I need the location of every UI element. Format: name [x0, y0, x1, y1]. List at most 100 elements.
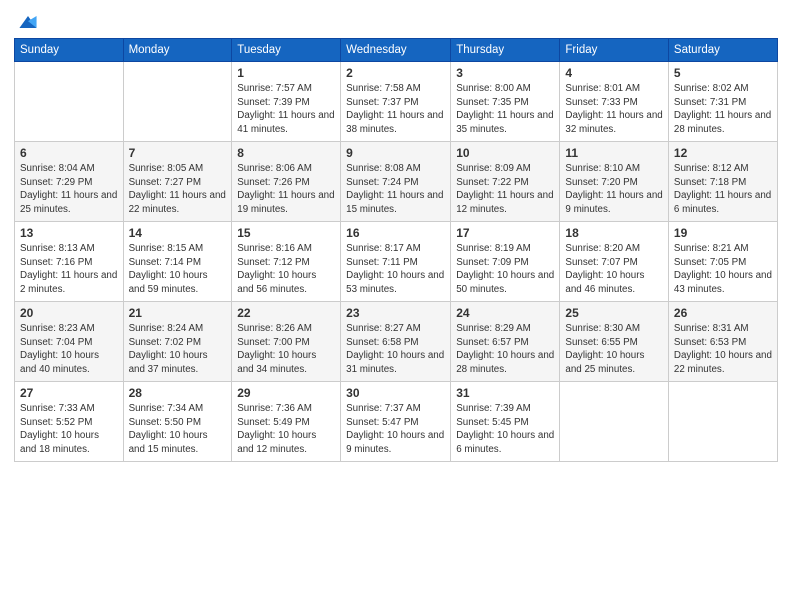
calendar-cell: 29Sunrise: 7:36 AMSunset: 5:49 PMDayligh…	[232, 382, 341, 462]
day-info: Sunrise: 8:24 AMSunset: 7:02 PMDaylight:…	[129, 322, 227, 377]
day-of-week-header: Thursday	[451, 39, 560, 62]
calendar-cell: 26 Sunrise: 8:31 AMSunset: 6:53 PMDayligh…	[668, 302, 777, 382]
day-of-week-header: Friday	[560, 39, 669, 62]
day-number: 4	[565, 66, 663, 80]
days-header-row: SundayMondayTuesdayWednesdayThursdayFrid…	[15, 39, 778, 62]
day-info: Sunrise: 8:12 AMSunset: 7:18 PMDaylight:…	[674, 162, 772, 217]
day-info: Sunrise: 8:17 AMSunset: 7:11 PMDaylight:…	[346, 242, 445, 297]
day-info: Sunrise: 8:04 AMSunset: 7:29 PMDaylight:…	[20, 162, 118, 217]
calendar-cell: 21Sunrise: 8:24 AMSunset: 7:02 PMDayligh…	[123, 302, 232, 382]
calendar-cell: 2 Sunrise: 7:58 AMSunset: 7:37 PMDaylight…	[341, 62, 451, 142]
day-number: 6	[20, 146, 118, 160]
day-number: 31	[456, 386, 554, 400]
day-info: Sunrise: 7:36 AMSunset: 5:49 PMDaylight:…	[237, 402, 335, 457]
calendar-cell: 12 Sunrise: 8:12 AMSunset: 7:18 PMDayligh…	[668, 142, 777, 222]
day-info: Sunrise: 8:06 AMSunset: 7:26 PMDaylight:…	[237, 162, 335, 217]
day-info: Sunrise: 8:05 AMSunset: 7:27 PMDaylight:…	[129, 162, 227, 217]
logo	[14, 14, 40, 32]
day-number: 5	[674, 66, 772, 80]
day-number: 22	[237, 306, 335, 320]
day-of-week-header: Wednesday	[341, 39, 451, 62]
day-info: Sunrise: 7:39 AMSunset: 5:45 PMDaylight:…	[456, 402, 554, 457]
day-info: Sunrise: 7:33 AMSunset: 5:52 PMDaylight:…	[20, 402, 118, 457]
calendar-cell	[15, 62, 124, 142]
day-info: Sunrise: 8:08 AMSunset: 7:24 PMDaylight:…	[346, 162, 445, 217]
calendar-cell: 5 Sunrise: 8:02 AMSunset: 7:31 PMDaylight…	[668, 62, 777, 142]
day-number: 20	[20, 306, 118, 320]
day-info: Sunrise: 8:16 AMSunset: 7:12 PMDaylight:…	[237, 242, 335, 297]
logo-icon	[16, 12, 40, 32]
day-of-week-header: Monday	[123, 39, 232, 62]
calendar-cell: 25Sunrise: 8:30 AMSunset: 6:55 PMDayligh…	[560, 302, 669, 382]
day-info: Sunrise: 7:57 AMSunset: 7:39 PMDaylight:…	[237, 82, 335, 137]
day-info: Sunrise: 8:27 AMSunset: 6:58 PMDaylight:…	[346, 322, 445, 377]
calendar-cell: 11 Sunrise: 8:10 AMSunset: 7:20 PMDayligh…	[560, 142, 669, 222]
day-number: 9	[346, 146, 445, 160]
day-number: 24	[456, 306, 554, 320]
day-info: Sunrise: 8:02 AMSunset: 7:31 PMDaylight:…	[674, 82, 772, 137]
calendar-week-row: 13Sunrise: 8:13 AMSunset: 7:16 PMDayligh…	[15, 222, 778, 302]
day-of-week-header: Saturday	[668, 39, 777, 62]
page: SundayMondayTuesdayWednesdayThursdayFrid…	[0, 0, 792, 612]
calendar-cell: 28 Sunrise: 7:34 AMSunset: 5:50 PMDayligh…	[123, 382, 232, 462]
day-number: 17	[456, 226, 554, 240]
calendar-cell: 27Sunrise: 7:33 AMSunset: 5:52 PMDayligh…	[15, 382, 124, 462]
calendar-cell: 6 Sunrise: 8:04 AMSunset: 7:29 PMDaylight…	[15, 142, 124, 222]
day-info: Sunrise: 8:20 AMSunset: 7:07 PMDaylight:…	[565, 242, 663, 297]
day-number: 28	[129, 386, 227, 400]
calendar-cell: 7 Sunrise: 8:05 AMSunset: 7:27 PMDaylight…	[123, 142, 232, 222]
day-info: Sunrise: 7:58 AMSunset: 7:37 PMDaylight:…	[346, 82, 445, 137]
calendar-cell: 23Sunrise: 8:27 AMSunset: 6:58 PMDayligh…	[341, 302, 451, 382]
calendar-cell: 8 Sunrise: 8:06 AMSunset: 7:26 PMDaylight…	[232, 142, 341, 222]
day-number: 18	[565, 226, 663, 240]
day-number: 7	[129, 146, 227, 160]
day-number: 1	[237, 66, 335, 80]
day-of-week-header: Sunday	[15, 39, 124, 62]
calendar-cell: 17Sunrise: 8:19 AMSunset: 7:09 PMDayligh…	[451, 222, 560, 302]
calendar-cell: 14 Sunrise: 8:15 AMSunset: 7:14 PMDayligh…	[123, 222, 232, 302]
calendar-cell: 19Sunrise: 8:21 AMSunset: 7:05 PMDayligh…	[668, 222, 777, 302]
day-info: Sunrise: 8:21 AMSunset: 7:05 PMDaylight:…	[674, 242, 772, 297]
calendar-cell: 9 Sunrise: 8:08 AMSunset: 7:24 PMDaylight…	[341, 142, 451, 222]
calendar-week-row: 6 Sunrise: 8:04 AMSunset: 7:29 PMDaylight…	[15, 142, 778, 222]
calendar-cell: 3 Sunrise: 8:00 AMSunset: 7:35 PMDaylight…	[451, 62, 560, 142]
calendar-cell: 20 Sunrise: 8:23 AMSunset: 7:04 PMDayligh…	[15, 302, 124, 382]
day-info: Sunrise: 7:34 AMSunset: 5:50 PMDaylight:…	[129, 402, 227, 457]
calendar-cell: 16 Sunrise: 8:17 AMSunset: 7:11 PMDayligh…	[341, 222, 451, 302]
day-number: 14	[129, 226, 227, 240]
calendar-cell	[668, 382, 777, 462]
calendar-cell: 13Sunrise: 8:13 AMSunset: 7:16 PMDayligh…	[15, 222, 124, 302]
day-number: 16	[346, 226, 445, 240]
calendar-cell: 4 Sunrise: 8:01 AMSunset: 7:33 PMDaylight…	[560, 62, 669, 142]
calendar-cell: 24 Sunrise: 8:29 AMSunset: 6:57 PMDayligh…	[451, 302, 560, 382]
calendar-cell: 30Sunrise: 7:37 AMSunset: 5:47 PMDayligh…	[341, 382, 451, 462]
day-info: Sunrise: 8:30 AMSunset: 6:55 PMDaylight:…	[565, 322, 663, 377]
day-info: Sunrise: 8:09 AMSunset: 7:22 PMDaylight:…	[456, 162, 554, 217]
calendar-week-row: 27Sunrise: 7:33 AMSunset: 5:52 PMDayligh…	[15, 382, 778, 462]
day-number: 2	[346, 66, 445, 80]
day-number: 12	[674, 146, 772, 160]
day-number: 8	[237, 146, 335, 160]
day-info: Sunrise: 8:29 AMSunset: 6:57 PMDaylight:…	[456, 322, 554, 377]
calendar-week-row: 20 Sunrise: 8:23 AMSunset: 7:04 PMDayligh…	[15, 302, 778, 382]
calendar-cell: 15 Sunrise: 8:16 AMSunset: 7:12 PMDayligh…	[232, 222, 341, 302]
calendar-cell: 10 Sunrise: 8:09 AMSunset: 7:22 PMDayligh…	[451, 142, 560, 222]
day-info: Sunrise: 8:23 AMSunset: 7:04 PMDaylight:…	[20, 322, 118, 377]
day-number: 11	[565, 146, 663, 160]
day-info: Sunrise: 8:26 AMSunset: 7:00 PMDaylight:…	[237, 322, 335, 377]
day-number: 15	[237, 226, 335, 240]
calendar-cell: 31 Sunrise: 7:39 AMSunset: 5:45 PMDayligh…	[451, 382, 560, 462]
day-of-week-header: Tuesday	[232, 39, 341, 62]
day-info: Sunrise: 8:10 AMSunset: 7:20 PMDaylight:…	[565, 162, 663, 217]
day-info: Sunrise: 8:15 AMSunset: 7:14 PMDaylight:…	[129, 242, 227, 297]
day-number: 10	[456, 146, 554, 160]
calendar-cell: 22 Sunrise: 8:26 AMSunset: 7:00 PMDayligh…	[232, 302, 341, 382]
day-info: Sunrise: 8:31 AMSunset: 6:53 PMDaylight:…	[674, 322, 772, 377]
calendar-week-row: 1 Sunrise: 7:57 AMSunset: 7:39 PMDaylight…	[15, 62, 778, 142]
calendar-cell: 18 Sunrise: 8:20 AMSunset: 7:07 PMDayligh…	[560, 222, 669, 302]
day-info: Sunrise: 8:00 AMSunset: 7:35 PMDaylight:…	[456, 82, 554, 137]
day-number: 3	[456, 66, 554, 80]
day-info: Sunrise: 8:01 AMSunset: 7:33 PMDaylight:…	[565, 82, 663, 137]
calendar-table: SundayMondayTuesdayWednesdayThursdayFrid…	[14, 38, 778, 462]
day-number: 26	[674, 306, 772, 320]
